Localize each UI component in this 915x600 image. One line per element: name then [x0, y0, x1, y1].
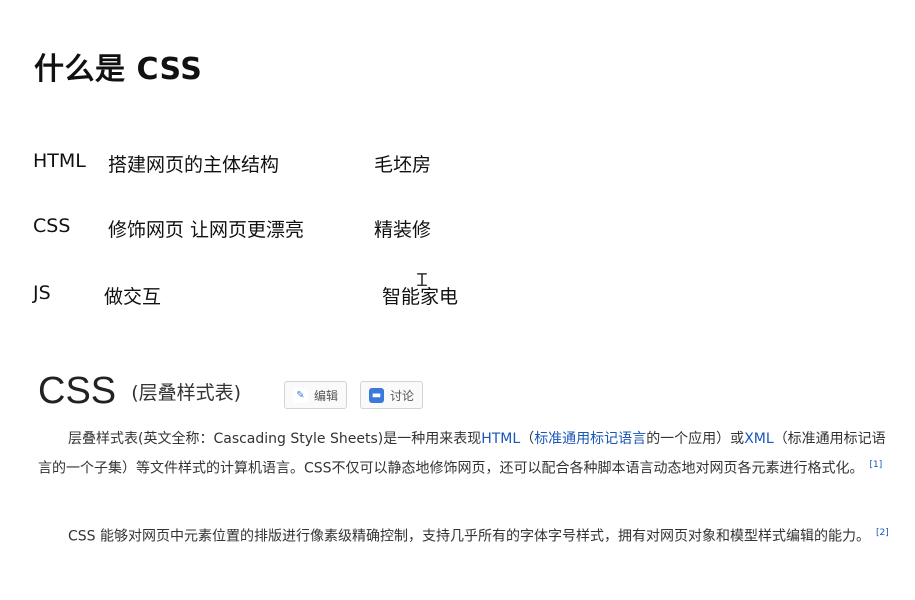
page-title: 什么是 CSS	[34, 52, 203, 87]
row-desc-js: 做交互	[104, 286, 162, 308]
row-label-html: HTML	[33, 150, 86, 172]
row-analogy-html: 毛坯房	[374, 154, 432, 176]
row-desc-html: 搭建网页的主体结构	[108, 154, 280, 176]
text-cursor-icon: Ɪ	[417, 270, 428, 291]
p1-text-1: 层叠样式表(英文全称：Cascading Style Sheets)是一种用来表…	[68, 431, 482, 447]
comment-icon: ▬	[369, 387, 384, 403]
wiki-paragraph-1: 层叠样式表(英文全称：Cascading Style Sheets)是一种用来表…	[38, 426, 898, 482]
row-label-js: JS	[33, 282, 51, 304]
link-html[interactable]: HTML	[481, 431, 520, 447]
discuss-button-label: 讨论	[390, 388, 415, 403]
reference-1-link[interactable]: [1]	[870, 460, 883, 470]
wiki-paragraph-2: CSS 能够对网页中元素位置的排版进行像素级精确控制，支持几乎所有的字体字号样式…	[38, 520, 898, 550]
wiki-subtitle: (层叠样式表)	[131, 382, 242, 404]
link-sgml[interactable]: 标准通用标记语言	[534, 431, 646, 447]
row-desc-css: 修饰网页 让网页更漂亮	[108, 219, 305, 241]
discuss-button[interactable]: ▬ 讨论	[360, 381, 424, 409]
row-analogy-css: 精装修	[374, 219, 432, 241]
link-xml[interactable]: XML	[744, 431, 773, 447]
edit-button[interactable]: ✎ 编辑	[284, 381, 348, 409]
p1-text-3: 的一个应用）或	[646, 431, 745, 447]
pencil-icon: ✎	[293, 387, 308, 403]
wiki-title: CSS	[38, 370, 117, 412]
edit-button-label: 编辑	[314, 388, 339, 403]
wiki-heading: CSS (层叠样式表)	[38, 370, 241, 413]
reference-2-link[interactable]: [2]	[876, 528, 889, 538]
p1-text-2: （	[520, 431, 535, 447]
p2-text: CSS 能够对网页中元素位置的排版进行像素级精确控制，支持几乎所有的字体字号样式…	[68, 528, 870, 545]
row-label-css: CSS	[33, 215, 71, 237]
